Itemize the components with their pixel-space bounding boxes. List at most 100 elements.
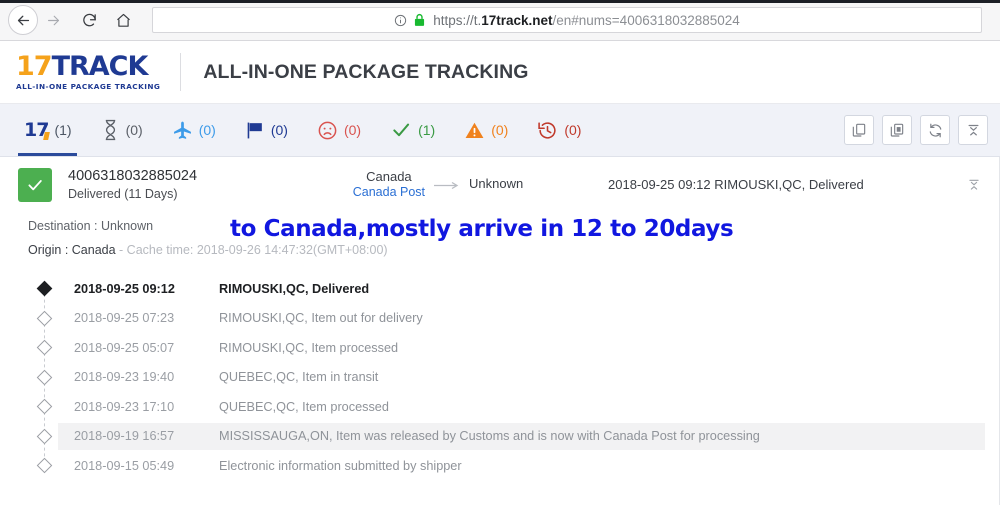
origin-value: Canada: [71, 243, 116, 257]
browser-chrome: https://t. 17track.net/en#nums=4006318032…: [0, 0, 1000, 41]
result-header-row[interactable]: 4006318032885024 Delivered (11 Days) Can…: [0, 157, 999, 212]
origin-label: Origin :: [28, 243, 72, 257]
timeline-event-time: 2018-09-23 17:10: [74, 399, 175, 414]
collapse-icon[interactable]: [967, 178, 985, 192]
timeline-event-time: 2018-09-15 05:49: [74, 458, 175, 473]
logo-tagline: ALL-IN-ONE PACKAGE TRACKING: [16, 82, 161, 91]
timeline-event-row[interactable]: 2018-09-19 16:57 MISSISSAUGA,ON, Item was…: [0, 422, 999, 462]
copy-icon[interactable]: [844, 115, 874, 145]
meta-area: Destination : Unknown Origin : Canada - …: [0, 212, 999, 268]
timeline-event-description: RIMOUSKI,QC, Item processed: [219, 340, 399, 355]
tab-in-transit-count: (0): [198, 122, 216, 138]
tab-pending[interactable]: (0): [91, 104, 162, 156]
tab-in-transit[interactable]: (0): [162, 104, 235, 156]
url-host: 17track.net: [481, 12, 553, 28]
timeline-event-time: 2018-09-25 05:07: [74, 340, 175, 355]
logo-17: 17: [16, 51, 53, 82]
last-event-summary: 2018-09-25 09:12 RIMOUSKI,QC, Delivered: [608, 177, 864, 192]
route-destination-country: Unknown: [469, 176, 524, 192]
tab-arrived-count: (0): [270, 122, 288, 138]
site-header: 17TRACK ALL-IN-ONE PACKAGE TRACKING ALL-…: [0, 41, 1000, 104]
route-carrier-link[interactable]: Canada Post: [353, 185, 425, 201]
tab-alert-count: (0): [491, 122, 509, 138]
cache-time: - Cache time: 2018-09-26 14:47:32(GMT+08…: [115, 243, 388, 257]
route-origin-country: Canada: [366, 168, 412, 184]
tab-expired-count: (0): [564, 122, 582, 138]
logo-track: TRACK: [51, 51, 149, 82]
tab-delivered-count: (1): [418, 122, 436, 138]
back-button[interactable]: [8, 5, 38, 35]
status-badge: [18, 167, 52, 202]
timeline-marker-diamond-icon: [36, 339, 53, 356]
url-path: /en#nums=4006318032885024: [552, 12, 740, 28]
result-toolbar: [844, 104, 1000, 156]
timeline-event-time: 2018-09-23 19:40: [74, 370, 175, 385]
site-logo[interactable]: 17TRACK ALL-IN-ONE PACKAGE TRACKING: [16, 53, 160, 91]
tab-exception[interactable]: (0): [307, 104, 380, 156]
timeline-marker-diamond-icon: [36, 398, 53, 415]
tab-pending-count: (0): [125, 122, 143, 138]
tracking-block: 4006318032885024 Delivered (11 Days): [68, 168, 318, 201]
logo-wordmark: 17TRACK: [16, 53, 160, 80]
timeline-event-time: 2018-09-25 07:23: [74, 311, 175, 326]
arrow-right-icon: [434, 180, 460, 190]
forward-button[interactable]: [38, 5, 68, 35]
tab-alert[interactable]: (0): [454, 104, 527, 156]
17-logo-icon: 17: [24, 119, 49, 141]
flag-icon: [245, 120, 265, 141]
page-title: ALL-IN-ONE PACKAGE TRACKING: [203, 60, 529, 83]
lock-icon: [413, 13, 426, 27]
home-button[interactable]: [108, 5, 138, 35]
status-tab-bar: 17 (1) (0) (0) (0) (0) (1) (0) (0): [0, 104, 1000, 157]
timeline-event-description: Electronic information submitted by ship…: [219, 458, 462, 473]
timeline-event-row[interactable]: 2018-09-25 07:23 RIMOUSKI,QC, Item out fo…: [0, 304, 999, 344]
result-panel: 4006318032885024 Delivered (11 Days) Can…: [0, 157, 1000, 505]
tab-all-count: (1): [54, 122, 72, 138]
header-divider: [180, 53, 182, 91]
route-destination: Unknown: [469, 176, 523, 192]
site-info-icon[interactable]: [394, 14, 407, 27]
tracking-number[interactable]: 4006318032885024: [68, 168, 318, 184]
collapse-all-icon[interactable]: [958, 115, 988, 145]
url-text: https://t. 17track.net/en#nums=4006318032…: [433, 13, 740, 28]
route-block: Canada Canada Post Unknown: [318, 169, 558, 201]
tab-all[interactable]: 17 (1): [14, 104, 91, 156]
timeline-event-row[interactable]: 2018-09-25 09:12 RIMOUSKI,QC, Delivered: [0, 274, 999, 314]
tab-arrived[interactable]: (0): [235, 104, 307, 156]
timeline-marker-diamond-icon: [36, 310, 53, 327]
url-bar[interactable]: https://t. 17track.net/en#nums=4006318032…: [152, 7, 982, 33]
timeline-event-time: 2018-09-25 09:12: [74, 281, 175, 296]
timeline-marker-diamond-icon: [36, 280, 53, 297]
timeline-marker-diamond-icon: [36, 369, 53, 386]
route-origin: Canada Canada Post: [353, 169, 425, 201]
sad-face-icon: [317, 120, 338, 141]
timeline-event-description: QUEBEC,QC, Item processed: [219, 399, 389, 414]
tab-exception-count: (0): [343, 122, 362, 138]
timeline-event-time: 2018-09-19 16:57: [74, 429, 175, 444]
timeline-marker-diamond-icon: [36, 457, 53, 474]
event-timeline: 2018-09-25 09:12 RIMOUSKI,QC, Delivered 20…: [0, 268, 999, 481]
clock-history-icon: [537, 120, 558, 141]
tab-delivered[interactable]: (1): [380, 104, 454, 156]
delete-icon[interactable]: [882, 115, 912, 145]
timeline-event-description: RIMOUSKI,QC, Item out for delivery: [219, 311, 423, 326]
timeline-event-description: MISSISSAUGA,ON, Item was released by Cus…: [219, 429, 760, 444]
check-icon: [390, 120, 412, 140]
timeline-marker-diamond-icon: [36, 428, 53, 445]
destination-value: Unknown: [100, 219, 154, 233]
warning-triangle-icon: [464, 120, 485, 141]
airplane-icon: [172, 120, 193, 141]
timeline-event-description: RIMOUSKI,QC, Delivered: [219, 281, 370, 296]
timeline-event-description: QUEBEC,QC, Item in transit: [219, 370, 379, 385]
tab-expired[interactable]: (0): [527, 104, 600, 156]
timeline-event-row[interactable]: 2018-09-25 05:07 RIMOUSKI,QC, Item proces…: [0, 333, 999, 373]
destination-label: Destination :: [28, 219, 101, 233]
timeline-event-row[interactable]: 2018-09-23 17:10 QUEBEC,QC, Item processe…: [0, 392, 999, 432]
refresh-icon[interactable]: [920, 115, 950, 145]
timeline-event-row[interactable]: 2018-09-15 05:49 Electronic information s…: [0, 451, 999, 481]
timeline-event-row[interactable]: 2018-09-23 19:40 QUEBEC,QC, Item in trans…: [0, 363, 999, 403]
reload-button[interactable]: [74, 5, 104, 35]
url-scheme: https://t.: [433, 12, 482, 28]
annotation-text: to Canada,mostly arrive in 12 to 20days: [230, 216, 734, 242]
tracking-status-text: Delivered (11 Days): [68, 187, 178, 201]
